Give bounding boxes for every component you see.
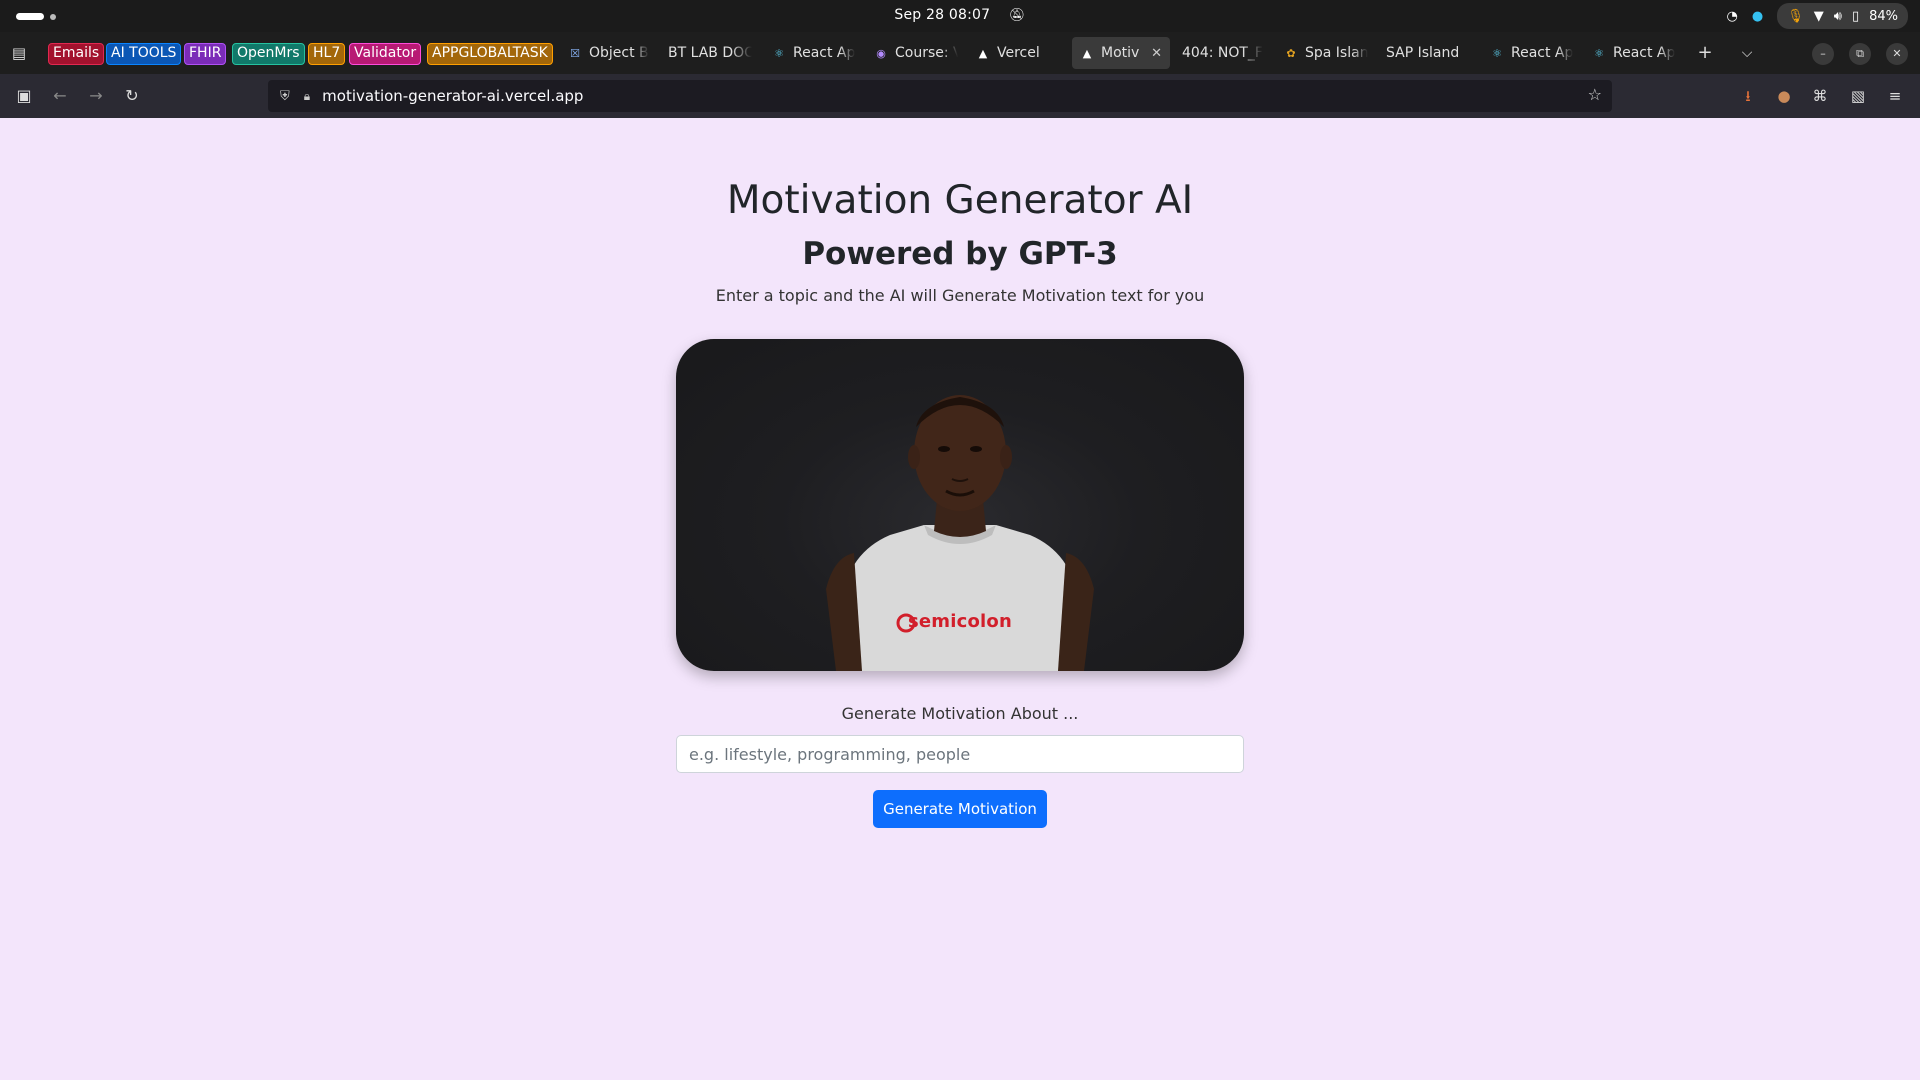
tab-react-app-1[interactable]: ⚛ React Ap bbox=[764, 37, 864, 69]
page-subtitle: Powered by GPT-3 bbox=[802, 236, 1118, 272]
account-avatar-icon[interactable]: ● bbox=[1772, 84, 1796, 108]
bookmark-star-icon[interactable]: ☆ bbox=[1588, 85, 1602, 104]
vercel-icon: ▲ bbox=[1082, 46, 1092, 60]
page-content: Motivation Generator AI Powered by GPT-3… bbox=[0, 118, 1920, 1080]
tab-label: Spa Islan bbox=[1305, 45, 1368, 61]
topic-input[interactable] bbox=[676, 735, 1244, 773]
tab-group-appglobaltask[interactable]: APPGLOBALTASK bbox=[427, 43, 553, 65]
tab-label: Vercel bbox=[997, 45, 1040, 61]
figma-like-icon: ☒ bbox=[570, 46, 580, 60]
clock-text: Sep 28 08:07 bbox=[894, 7, 991, 23]
tab-course[interactable]: ◉ Course: V bbox=[866, 37, 966, 69]
tab-group-hl7[interactable]: HL7 bbox=[308, 43, 346, 65]
system-clock[interactable]: Sep 28 08:07 🔕︎ bbox=[0, 7, 1920, 23]
tab-group-label: Emails bbox=[53, 45, 100, 61]
forward-arrow-icon[interactable]: → bbox=[84, 84, 108, 108]
volume-icon: 🔊︎ bbox=[1833, 8, 1842, 24]
page-title: Motivation Generator AI bbox=[726, 178, 1194, 223]
tab-label: 404: NOT_F bbox=[1182, 45, 1263, 61]
tab-label: Motiva bbox=[1101, 45, 1140, 61]
vercel-icon: ▲ bbox=[978, 46, 988, 60]
url-text: motivation-generator-ai.vercel.app bbox=[322, 87, 584, 105]
hamburger-menu-icon[interactable]: ≡ bbox=[1883, 84, 1907, 108]
tab-bt-lab-doc[interactable]: BT LAB DOC bbox=[660, 37, 760, 69]
react-icon: ⚛ bbox=[774, 46, 784, 60]
tab-sap-island[interactable]: SAP Island bbox=[1378, 37, 1478, 69]
tab-vercel[interactable]: ▲ Vercel bbox=[968, 37, 1068, 69]
hero-image: semicolon bbox=[676, 339, 1244, 671]
tab-group-validator[interactable]: Validator bbox=[349, 43, 422, 65]
extensions-puzzle-icon[interactable]: ⌘ bbox=[1808, 84, 1832, 108]
tab-label: Course: V bbox=[895, 45, 958, 61]
list-all-tabs-chevron-icon[interactable]: ⌵ bbox=[1736, 42, 1758, 64]
tab-label: SAP Island bbox=[1386, 45, 1460, 61]
microphone-icon: 🎙︎ bbox=[1787, 8, 1804, 24]
page-description: Enter a topic and the AI will Generate M… bbox=[715, 286, 1205, 305]
status-pill[interactable]: 🎙︎ ▼ 🔊︎ ▯ 84% bbox=[1777, 3, 1908, 29]
reload-icon[interactable]: ↻ bbox=[120, 84, 144, 108]
generate-topic-label: Generate Motivation About ... bbox=[841, 704, 1079, 723]
tab-label: React Ap bbox=[793, 45, 856, 61]
tab-group-label: Validator bbox=[354, 45, 417, 61]
extension-indicator-icon[interactable]: ◔ bbox=[1727, 9, 1738, 24]
tab-group-openmrs[interactable]: OpenMrs bbox=[232, 43, 305, 65]
tab-label: BT LAB DOC bbox=[668, 45, 752, 61]
tab-react-app-2[interactable]: ⚛ React Ap bbox=[1482, 37, 1582, 69]
tracking-protection-shield-icon[interactable]: ⛨ bbox=[280, 89, 290, 104]
tab-group-label: HL7 bbox=[313, 45, 341, 61]
address-bar[interactable]: ⛨ 🔒︎ motivation-generator-ai.vercel.app … bbox=[268, 80, 1612, 112]
spa-icon: ✿ bbox=[1286, 46, 1296, 60]
tab-404-not-found[interactable]: 404: NOT_F bbox=[1174, 37, 1274, 69]
system-top-bar: Sep 28 08:07 🔕︎ ◔ ● 🎙︎ ▼ 🔊︎ ▯ 84% bbox=[0, 0, 1920, 32]
tab-group-label: APPGLOBALTASK bbox=[432, 45, 548, 61]
battery-icon: ▯ bbox=[1851, 8, 1860, 24]
tab-label: React Ap bbox=[1613, 45, 1676, 61]
tab-group-label: FHIR bbox=[189, 45, 222, 61]
close-window-icon[interactable]: ✕ bbox=[1886, 43, 1908, 65]
shield-icon: ◉ bbox=[876, 46, 886, 60]
tab-group-label: AI TOOLS bbox=[111, 45, 177, 61]
sidebar-toggle-icon[interactable]: ▣ bbox=[12, 84, 36, 108]
react-icon: ⚛ bbox=[1594, 46, 1604, 60]
tab-group-ai-tools[interactable]: AI TOOLS bbox=[106, 43, 182, 65]
tab-overview-icon[interactable]: ▤ bbox=[8, 42, 30, 64]
lock-icon[interactable]: 🔒︎ bbox=[304, 89, 310, 104]
tab-label: Object B bbox=[589, 45, 649, 61]
close-tab-icon[interactable]: ✕ bbox=[1151, 46, 1162, 61]
screenshot-icon[interactable]: ▧ bbox=[1846, 84, 1870, 108]
restore-window-icon[interactable]: ⧉ bbox=[1849, 43, 1871, 65]
tab-group-label: OpenMrs bbox=[237, 45, 300, 61]
battery-percent: 84% bbox=[1869, 8, 1898, 24]
tab-group-emails[interactable]: Emails bbox=[48, 43, 105, 65]
tab-spa-island[interactable]: ✿ Spa Islan bbox=[1276, 37, 1376, 69]
react-icon: ⚛ bbox=[1492, 46, 1502, 60]
tab-label: React Ap bbox=[1511, 45, 1574, 61]
tab-strip: ▤ Emails AI TOOLS FHIR OpenMrs HL7 Valid… bbox=[0, 32, 1920, 74]
wifi-icon: ▼ bbox=[1813, 8, 1824, 24]
system-tray[interactable]: ◔ ● 🎙︎ ▼ 🔊︎ ▯ 84% bbox=[1727, 3, 1908, 29]
tab-motivation-active[interactable]: ▲ Motiva ✕ bbox=[1072, 37, 1170, 69]
navigation-toolbar: ▣ ← → ↻ ⛨ 🔒︎ motivation-generator-ai.ver… bbox=[0, 74, 1920, 118]
downloads-icon[interactable]: ⭳ bbox=[1736, 84, 1760, 108]
shirt-logo-text: semicolon bbox=[907, 611, 1013, 632]
tab-group-fhir[interactable]: FHIR bbox=[184, 43, 227, 65]
tab-object-b[interactable]: ☒ Object B bbox=[560, 37, 660, 69]
minimize-window-icon[interactable]: – bbox=[1812, 43, 1834, 65]
new-tab-plus-icon[interactable]: + bbox=[1694, 42, 1716, 64]
generate-motivation-button[interactable]: Generate Motivation bbox=[873, 790, 1047, 828]
back-arrow-icon[interactable]: ← bbox=[48, 84, 72, 108]
edge-browser-icon[interactable]: ● bbox=[1752, 9, 1763, 24]
tab-react-app-3[interactable]: ⚛ React Ap bbox=[1584, 37, 1684, 69]
notifications-muted-icon: 🔕︎ bbox=[1008, 8, 1026, 23]
